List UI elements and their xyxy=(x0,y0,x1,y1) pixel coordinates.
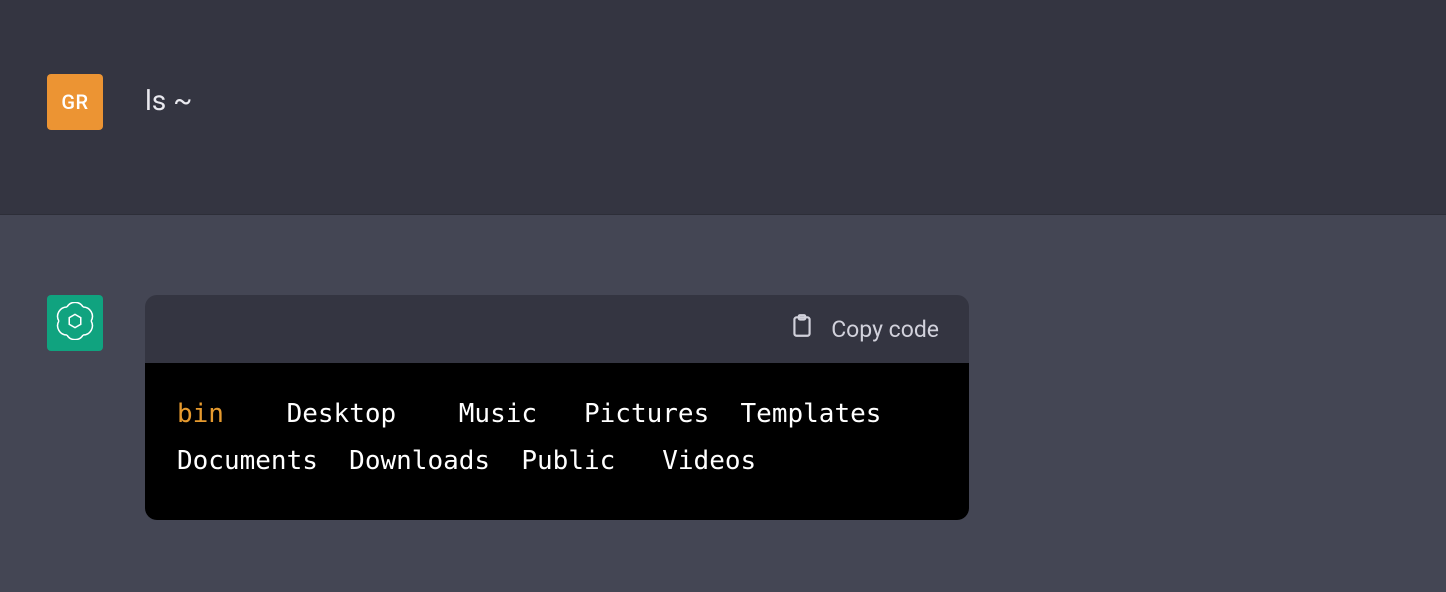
code-token-directory: bin xyxy=(177,399,224,429)
user-avatar-initials: GR xyxy=(61,90,88,114)
code-line-1-rest: Desktop Music Pictures Templates xyxy=(224,399,881,429)
user-message-text: ls ~ xyxy=(145,74,192,118)
copy-code-button[interactable]: Copy code xyxy=(789,313,939,345)
openai-logo-icon xyxy=(56,302,94,344)
assistant-avatar xyxy=(47,295,103,351)
code-block-body[interactable]: bin Desktop Music Pictures Templates Doc… xyxy=(145,363,969,520)
assistant-message-section: Copy code bin Desktop Music Pictures Tem… xyxy=(0,215,1446,520)
assistant-message-row: Copy code bin Desktop Music Pictures Tem… xyxy=(47,295,1446,520)
user-message-section: GR ls ~ xyxy=(0,0,1446,215)
code-block-header: Copy code xyxy=(145,295,969,363)
code-line-2: Documents Downloads Public Videos xyxy=(177,446,756,476)
user-message-row: GR ls ~ xyxy=(47,74,1446,130)
copy-code-label: Copy code xyxy=(831,316,939,343)
clipboard-icon xyxy=(789,313,815,345)
code-block: Copy code bin Desktop Music Pictures Tem… xyxy=(145,295,969,520)
user-avatar: GR xyxy=(47,74,103,130)
